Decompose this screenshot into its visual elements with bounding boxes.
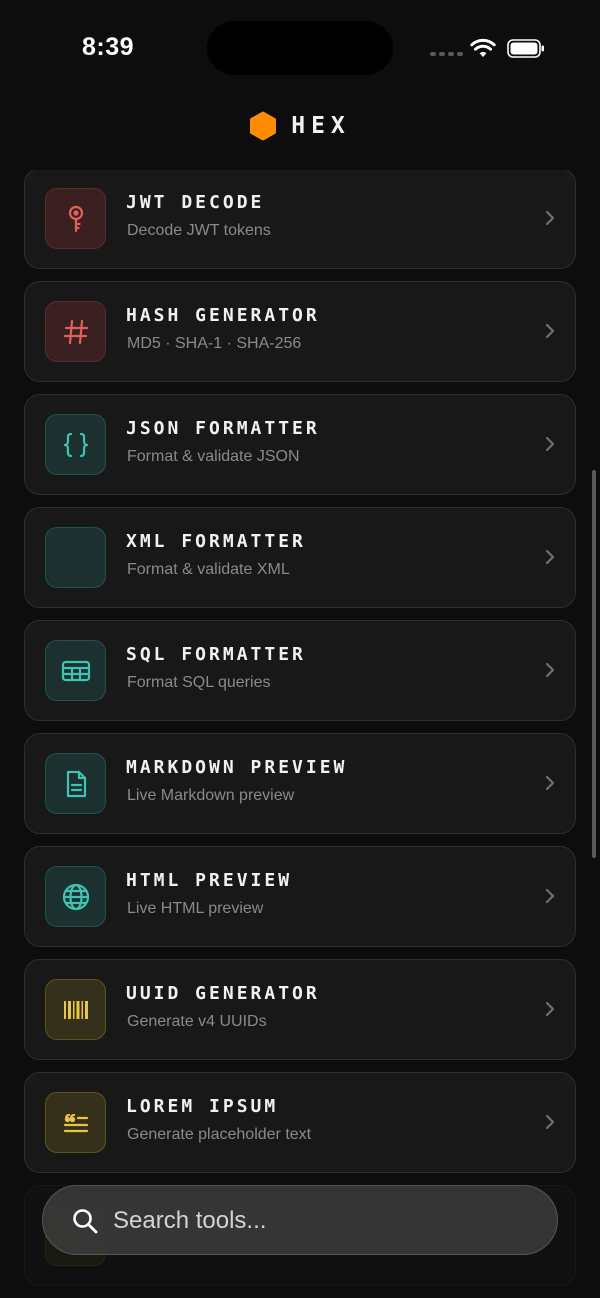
chevron-right-icon: [545, 436, 555, 452]
chevron-right-icon: [545, 210, 555, 226]
globe-icon: [45, 866, 106, 927]
chevron-right-icon: [545, 1114, 555, 1130]
code-icon: [45, 527, 106, 588]
tool-title: JWT DECODE: [126, 192, 265, 213]
tool-subtitle: Generate placeholder text: [127, 1126, 312, 1143]
tool-subtitle: Decode JWT tokens: [127, 222, 271, 239]
table-icon: [45, 640, 106, 701]
tool-card-xml-formatter[interactable]: XML FORMATTER Format & validate XML: [24, 507, 576, 608]
search-icon: [73, 1209, 98, 1234]
status-bar: 8:39: [0, 0, 600, 96]
tool-title: SQL FORMATTER: [126, 644, 306, 665]
tool-card-hash-generator[interactable]: HASH GENERATOR MD5 · SHA-1 · SHA-256: [24, 281, 576, 382]
tool-title: UUID GENERATOR: [126, 983, 320, 1004]
scrollbar[interactable]: [592, 470, 596, 858]
wifi-icon: [470, 38, 496, 57]
tool-subtitle: Format & validate XML: [127, 561, 290, 578]
chevron-right-icon: [545, 775, 555, 791]
search-input[interactable]: [113, 1202, 533, 1240]
tool-card-uuid-generator[interactable]: UUID GENERATOR Generate v4 UUIDs: [24, 959, 576, 1060]
tool-card-jwt-decode[interactable]: JWT DECODE Decode JWT tokens: [24, 170, 576, 269]
tool-title: HTML PREVIEW: [126, 870, 293, 891]
tool-card-html-preview[interactable]: HTML PREVIEW Live HTML preview: [24, 846, 576, 947]
search-bar[interactable]: [42, 1185, 558, 1255]
chevron-right-icon: [545, 888, 555, 904]
tool-card-markdown-preview[interactable]: MARKDOWN PREVIEW Live Markdown preview: [24, 733, 576, 834]
tool-card-json-formatter[interactable]: JSON FORMATTER Format & validate JSON: [24, 394, 576, 495]
cellular-signal-icon: [430, 52, 463, 56]
tool-card-sql-formatter[interactable]: SQL FORMATTER Format SQL queries: [24, 620, 576, 721]
hash-icon: [45, 301, 106, 362]
dynamic-island: [207, 21, 393, 75]
tool-subtitle: Format SQL queries: [127, 674, 271, 691]
tool-title: MARKDOWN PREVIEW: [126, 757, 348, 778]
battery-icon: [507, 39, 544, 58]
tool-title: XML FORMATTER: [126, 531, 306, 552]
chevron-right-icon: [545, 549, 555, 565]
app-title: HEX: [291, 113, 351, 139]
tool-title: JSON FORMATTER: [126, 418, 320, 439]
tool-subtitle: MD5 · SHA-1 · SHA-256: [127, 335, 302, 352]
hexagon-icon: [250, 111, 277, 141]
document-icon: [45, 753, 106, 814]
chevron-right-icon: [545, 1001, 555, 1017]
tool-title: LOREM IPSUM: [126, 1096, 279, 1117]
chevron-right-icon: [545, 662, 555, 678]
key-icon: [45, 188, 106, 249]
barcode-icon: [45, 979, 106, 1040]
tool-subtitle: Format & validate JSON: [127, 448, 300, 465]
status-time: 8:39: [82, 33, 135, 61]
tool-title: HASH GENERATOR: [126, 305, 320, 326]
tool-subtitle: Live Markdown preview: [127, 787, 295, 804]
tool-subtitle: Live HTML preview: [127, 900, 264, 917]
app-header: HEX: [0, 110, 600, 142]
tool-card-lorem-ipsum[interactable]: LOREM IPSUM Generate placeholder text: [24, 1072, 576, 1173]
quote-text-icon: [45, 1092, 106, 1153]
braces-icon: [45, 414, 106, 475]
tool-subtitle: Generate v4 UUIDs: [127, 1013, 267, 1030]
chevron-right-icon: [545, 323, 555, 339]
tool-list[interactable]: JWT DECODE Decode JWT tokens HASH GENERA…: [24, 170, 576, 1298]
